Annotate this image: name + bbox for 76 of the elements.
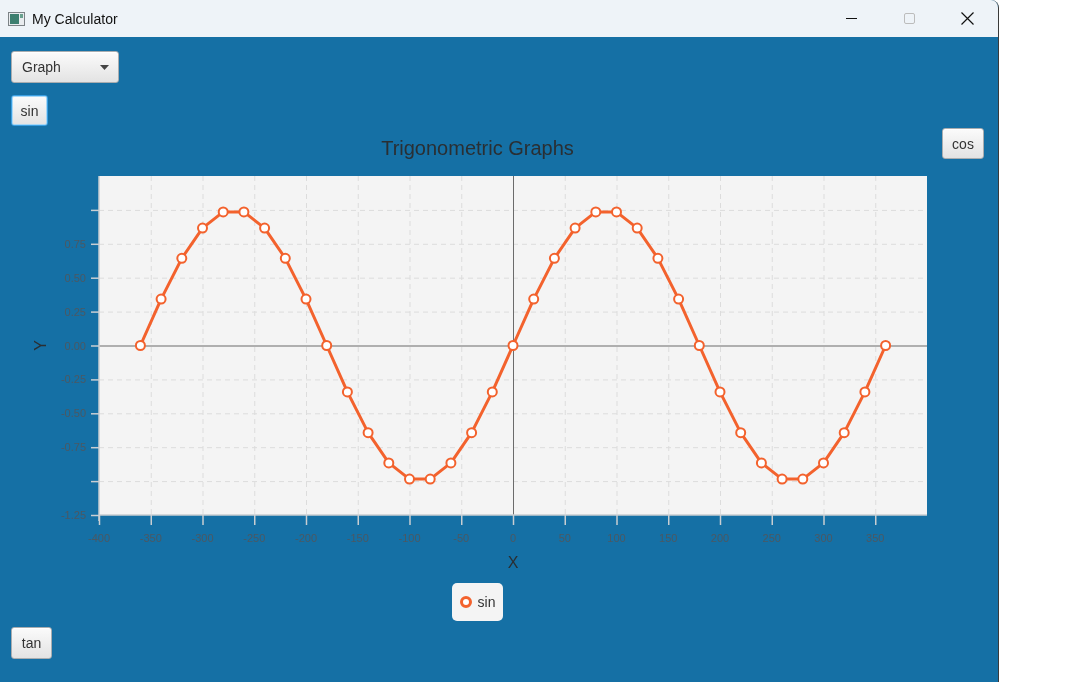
data-point — [466, 427, 478, 439]
data-point — [321, 340, 333, 351]
data-point — [404, 473, 415, 485]
y-tick-label: -1.25 — [60, 509, 86, 521]
data-point — [652, 252, 664, 264]
function-button[interactable]: sin — [11, 95, 48, 126]
x-tick-label: -300 — [191, 532, 214, 544]
data-point — [569, 222, 581, 234]
x-tick-label: 250 — [762, 532, 781, 544]
data-point — [217, 206, 229, 218]
data-point — [755, 457, 767, 469]
data-point — [590, 206, 602, 218]
x-tick-label: 50 — [558, 532, 571, 544]
data-point — [838, 427, 850, 439]
x-tick-label: -200 — [295, 532, 317, 544]
data-point — [528, 293, 540, 305]
data-point — [859, 386, 871, 398]
data-point — [486, 386, 498, 398]
data-point — [776, 473, 788, 485]
data-point — [507, 340, 519, 351]
mode-dropdown[interactable]: Graph — [11, 51, 119, 83]
x-tick-label: -250 — [243, 532, 266, 544]
data-point — [714, 386, 726, 398]
data-point — [735, 427, 747, 439]
data-point — [548, 252, 560, 264]
data-point — [155, 293, 167, 305]
maximize-icon — [903, 13, 915, 24]
data-point — [611, 206, 622, 218]
x-tick-label: -50 — [453, 532, 470, 544]
data-point — [362, 427, 374, 439]
x-tick-label: -400 — [88, 532, 110, 544]
data-point — [818, 457, 829, 469]
x-tick-label: 300 — [814, 532, 833, 544]
data-point — [259, 222, 271, 234]
legend-marker-icon — [459, 596, 472, 608]
data-point — [797, 473, 809, 485]
data-point — [673, 293, 685, 305]
chart-title: Trigonometric Graphs — [381, 136, 574, 161]
data-point — [631, 222, 643, 234]
function-button[interactable]: cos — [942, 128, 984, 159]
minimize-icon — [845, 18, 857, 19]
data-point — [341, 386, 353, 398]
data-point — [134, 340, 146, 351]
x-tick-label: 0 — [509, 532, 517, 544]
y-tick-label: -0.50 — [60, 407, 86, 420]
y-tick-label: -0.25 — [60, 373, 86, 386]
x-tick-label: 200 — [710, 532, 730, 544]
data-point — [383, 457, 395, 469]
y-tick-label: 0.50 — [64, 271, 86, 284]
y-axis-label: Y — [32, 340, 49, 351]
y-tick-label: 0.25 — [64, 305, 86, 318]
function-button[interactable]: tan — [11, 627, 52, 659]
data-point — [445, 457, 457, 469]
caret-icon — [100, 64, 109, 70]
data-point — [279, 252, 291, 264]
x-axis-label: X — [507, 554, 519, 571]
data-point — [300, 293, 312, 305]
y-tick-label: 0.75 — [64, 237, 86, 250]
y-tick-label: -0.75 — [60, 441, 86, 454]
window-title: My Calculator — [32, 10, 118, 27]
x-tick-label: -150 — [346, 532, 369, 544]
x-tick-label: -350 — [139, 532, 162, 544]
app-icon — [8, 11, 25, 26]
close-icon — [960, 12, 974, 25]
x-tick-label: 150 — [659, 532, 678, 544]
legend-label: sin — [477, 594, 496, 610]
x-tick-label: 350 — [866, 532, 885, 544]
x-tick-label: 100 — [607, 532, 626, 544]
data-point — [880, 340, 892, 351]
data-point — [238, 206, 250, 218]
data-point — [197, 222, 208, 234]
x-tick-label: -100 — [398, 532, 421, 544]
data-point — [424, 473, 436, 485]
y-tick-label: 0.00 — [64, 339, 86, 352]
data-point — [693, 340, 705, 351]
data-point — [176, 252, 188, 264]
